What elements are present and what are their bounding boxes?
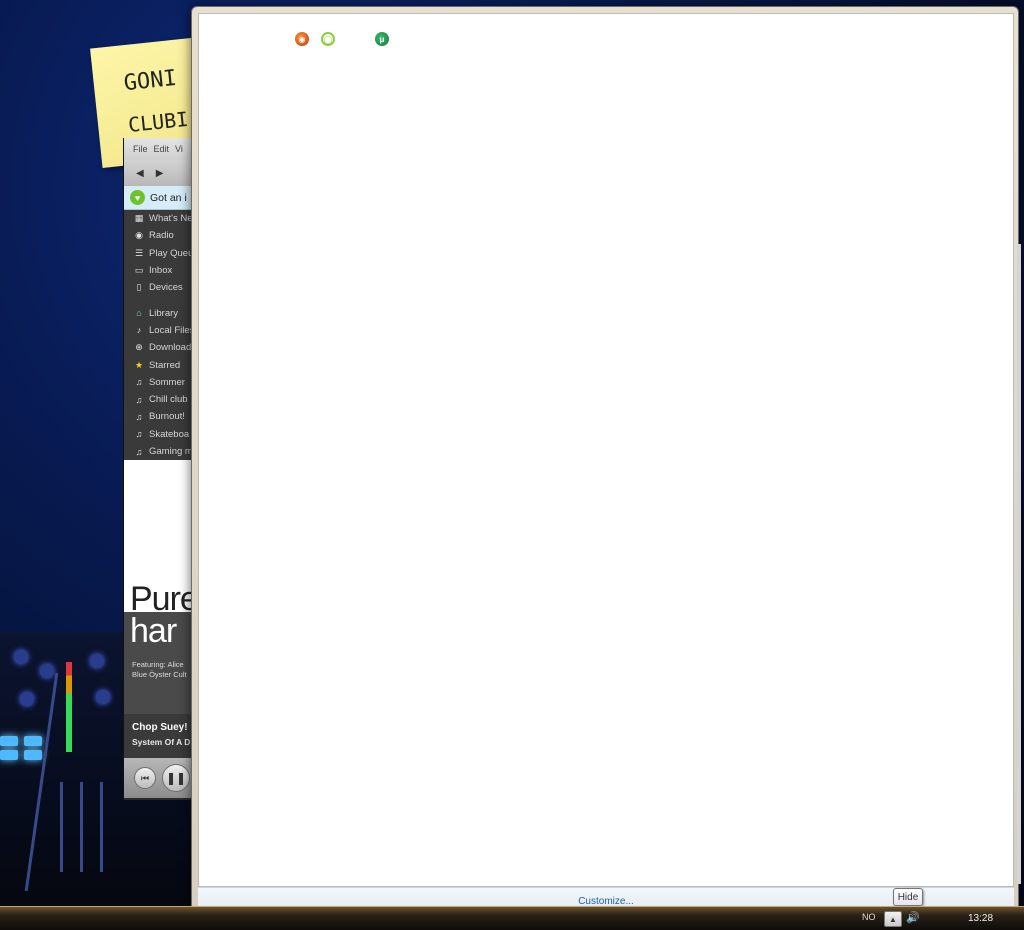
lime-icon[interactable]: ◯ xyxy=(321,32,335,46)
mixer-knob xyxy=(90,654,104,668)
sidebar-item-label: Devices xyxy=(149,282,183,294)
mixer-led xyxy=(0,736,18,746)
sidebar-item-label: Gaming m xyxy=(149,446,193,457)
heart-icon: ♥ xyxy=(130,190,145,205)
avast-icon[interactable]: ◉ xyxy=(295,32,309,46)
playlist-icon: ♫ xyxy=(135,394,143,405)
show-hidden-icons-button[interactable]: ▲ xyxy=(884,911,902,927)
menu-file[interactable]: File xyxy=(133,144,148,154)
sidebar-item-label: Download xyxy=(149,342,192,354)
chevron-up-icon: ▲ xyxy=(889,914,897,924)
vu-meter xyxy=(66,662,72,752)
download-icon: ⊕ xyxy=(135,342,143,353)
mixer-fader xyxy=(60,782,63,872)
volume-icon[interactable]: 🔊 xyxy=(906,911,920,924)
previous-track-button[interactable]: ⏮ xyxy=(134,767,156,790)
clock[interactable]: 13:28 xyxy=(968,913,993,924)
inbox-icon: ▭ xyxy=(134,265,144,276)
sidebar-item-label: Play Queu xyxy=(149,247,194,259)
pause-button[interactable]: ❚❚ xyxy=(162,764,190,793)
mixer-knob xyxy=(20,692,34,706)
taskbar: NO ▲ 🔊 13:28 xyxy=(0,906,1024,930)
forward-arrow-icon[interactable]: ▶ xyxy=(156,168,164,179)
radio-icon: ◉ xyxy=(135,230,143,241)
sidebar-item-label: What's Ne xyxy=(149,213,193,225)
back-arrow-icon[interactable]: ◀ xyxy=(136,168,144,179)
sidebar-item-label: Local Files xyxy=(149,324,195,336)
language-indicator[interactable]: NO xyxy=(862,912,876,922)
sticky-note-line1: GONI xyxy=(122,65,178,97)
mixer-fader xyxy=(100,782,103,872)
mixer-cable xyxy=(24,672,59,892)
scrollbar[interactable] xyxy=(1017,244,1021,884)
queue-icon: ☰ xyxy=(134,247,144,258)
notification-icons-pane: ◉ ◯ μ xyxy=(198,13,1021,887)
file-icon: ♪ xyxy=(136,325,142,336)
mixer-led xyxy=(0,750,18,760)
sidebar-item-label: Library xyxy=(149,307,179,319)
sidebar-item-label: Inbox xyxy=(149,265,173,277)
playlist-icon: ♫ xyxy=(135,377,143,388)
mixer-led xyxy=(24,750,42,760)
sidebar-item-label: Burnout! xyxy=(149,411,185,423)
device-icon: ▯ xyxy=(136,282,142,293)
sidebar-item-label: Sommer xyxy=(149,376,185,388)
menu-view[interactable]: Vi xyxy=(175,144,183,154)
sidebar-item-label: Starred xyxy=(149,359,181,371)
mixer-fader xyxy=(80,782,83,872)
playlist-icon: ♫ xyxy=(135,446,143,457)
star-icon: ★ xyxy=(134,359,144,370)
playlist-icon: ♫ xyxy=(135,411,143,422)
menu-edit[interactable]: Edit xyxy=(154,144,170,154)
sidebar-item-label: Chill club xyxy=(149,394,188,406)
notification-area-window: ◉ ◯ μ Customize... xyxy=(191,6,1021,920)
mixer-led xyxy=(24,736,42,746)
mixer-knob xyxy=(40,664,54,678)
hide-tooltip: Hide xyxy=(893,888,923,906)
pause-icon: ❚❚ xyxy=(165,771,187,786)
banner-text: Got an i xyxy=(150,191,187,204)
grid-icon: ▦ xyxy=(134,213,144,224)
ad-headline-2: har xyxy=(130,612,177,651)
sidebar-item-label: Skateboa xyxy=(149,428,190,440)
previous-icon: ⏮ xyxy=(140,772,150,783)
utorrent-icon[interactable]: μ xyxy=(375,32,389,46)
sidebar-item-label: Radio xyxy=(149,230,174,242)
mixer-knob xyxy=(14,650,28,664)
mixer-knob xyxy=(96,690,110,704)
home-icon: ⌂ xyxy=(136,308,142,319)
sticky-note-line2: CLUBI xyxy=(127,106,190,137)
playlist-icon: ♫ xyxy=(135,429,143,440)
